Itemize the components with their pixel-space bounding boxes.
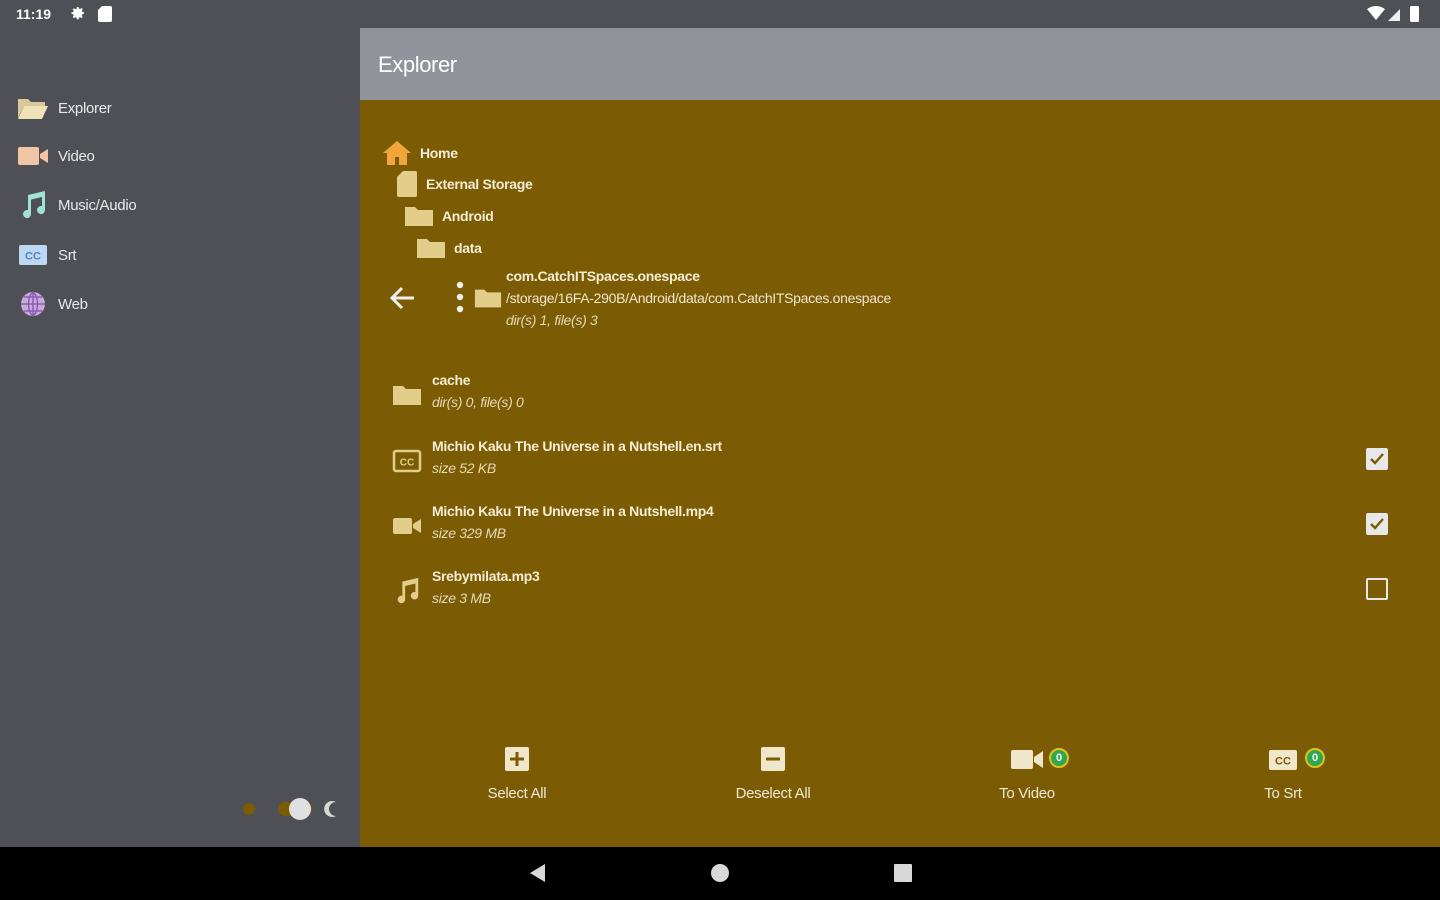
folder-icon (390, 380, 424, 410)
sd-card-icon (397, 171, 417, 197)
current-directory-path: /storage/16FA-290B/Android/data/com.Catc… (506, 290, 891, 306)
breadcrumb-label: Home (420, 145, 458, 161)
list-item-cache[interactable]: cache dir(s) 0, file(s) 0 (384, 370, 1404, 420)
svg-text:CC: CC (1275, 756, 1291, 768)
deselect-all-button[interactable]: Deselect All (693, 743, 853, 813)
navigation-drawer: Explorer Video Music/Audio CC Srt Web (0, 28, 360, 847)
video-camera-icon (390, 511, 424, 541)
select-all-label: Select All (487, 785, 547, 802)
app-bar: Explorer (360, 28, 1440, 100)
breadcrumb-home[interactable]: Home (382, 139, 458, 167)
breadcrumb-external-storage[interactable]: External Storage (396, 170, 533, 198)
video-camera-icon (1011, 750, 1043, 769)
status-bar: 11:19 (0, 0, 1440, 28)
file-name: cache (432, 372, 471, 388)
checkmark-icon (1370, 518, 1384, 530)
select-all-button[interactable]: Select All (437, 743, 597, 813)
to-srt-count-badge: 0 (1305, 748, 1325, 768)
globe-icon (16, 290, 50, 318)
breadcrumb-label: External Storage (426, 176, 533, 192)
folder-icon (405, 207, 433, 226)
sidebar-item-label: Web (58, 295, 88, 313)
breadcrumb-data[interactable]: data (416, 234, 482, 262)
file-checkbox[interactable] (1366, 578, 1388, 600)
breadcrumb-android[interactable]: Android (404, 202, 494, 230)
to-srt-label: To Srt (1264, 785, 1302, 802)
page-title: Explorer (378, 52, 457, 77)
sidebar-item-label: Video (58, 147, 95, 165)
closed-caption-icon: CC (1269, 750, 1297, 770)
sun-icon (243, 803, 255, 815)
file-meta: size 52 KB (432, 460, 496, 476)
deselect-all-label: Deselect All (735, 785, 811, 802)
breadcrumb-label: data (454, 240, 482, 256)
closed-caption-icon: CC (390, 446, 424, 476)
list-item-mp4-file[interactable]: Michio Kaku The Universe in a Nutshell.m… (384, 501, 1404, 551)
file-meta: size 329 MB (432, 525, 506, 541)
file-name: Michio Kaku The Universe in a Nutshell.m… (432, 503, 714, 519)
current-directory-count: dir(s) 1, file(s) 3 (506, 312, 598, 328)
file-meta: dir(s) 0, file(s) 0 (432, 394, 524, 410)
music-note-icon (16, 191, 50, 219)
sidebar-item-label: Srt (58, 246, 77, 264)
sidebar-item-explorer[interactable]: Explorer (16, 88, 336, 128)
file-name: Srebymilata.mp3 (432, 568, 540, 584)
home-icon (383, 141, 411, 165)
list-item-srt-file[interactable]: CC Michio Kaku The Universe in a Nutshel… (384, 436, 1404, 486)
sidebar-item-music-audio[interactable]: Music/Audio (16, 185, 336, 225)
svg-text:CC: CC (400, 458, 414, 469)
theme-toggle[interactable] (238, 794, 344, 824)
sidebar-item-video[interactable]: Video (16, 136, 336, 176)
nav-home-icon[interactable] (708, 861, 732, 885)
system-navigation-bar (0, 847, 1440, 900)
file-name: Michio Kaku The Universe in a Nutshell.e… (432, 438, 722, 454)
current-directory: com.CatchITSpaces.onespace /storage/16FA… (384, 268, 1384, 334)
folder-open-icon (16, 94, 50, 122)
to-video-count-badge: 0 (1049, 748, 1069, 768)
sd-card-status-icon (98, 6, 112, 22)
to-srt-button[interactable]: CC 0 To Srt (1203, 743, 1363, 813)
nav-back-icon[interactable] (526, 861, 550, 885)
list-item-mp3-file[interactable]: Srebymilata.mp3 size 3 MB (384, 566, 1404, 616)
file-checkbox[interactable] (1366, 448, 1388, 470)
status-time: 11:19 (16, 6, 52, 22)
checkmark-icon (1370, 453, 1384, 465)
moon-icon (324, 801, 336, 817)
bottom-action-bar: Select All Deselect All 0 To Video CC 0 … (360, 743, 1440, 833)
video-camera-icon (16, 142, 50, 170)
more-vertical-icon[interactable] (454, 280, 466, 314)
current-directory-name: com.CatchITSpaces.onespace (506, 268, 700, 284)
breadcrumb-label: Android (442, 208, 494, 224)
sidebar-item-srt[interactable]: CC Srt (16, 235, 336, 275)
to-video-button[interactable]: 0 To Video (947, 743, 1107, 813)
settings-gear-icon (71, 7, 84, 20)
nav-recents-icon[interactable] (891, 861, 915, 885)
sidebar-item-label: Explorer (58, 99, 112, 117)
closed-caption-icon: CC (16, 241, 50, 269)
file-meta: size 3 MB (432, 590, 491, 606)
explorer-panel: Explorer Home External Storage Android d… (360, 28, 1440, 847)
sidebar-item-label: Music/Audio (58, 196, 137, 214)
back-arrow-icon[interactable] (388, 284, 416, 312)
folder-icon (474, 289, 502, 308)
wifi-signal-battery-icon (1367, 6, 1419, 22)
sidebar-item-web[interactable]: Web (16, 284, 336, 324)
music-note-icon (390, 576, 424, 606)
to-video-label: To Video (999, 785, 1055, 802)
svg-text:CC: CC (25, 251, 41, 263)
add-box-icon (505, 747, 529, 771)
folder-icon (417, 239, 445, 258)
file-checkbox[interactable] (1366, 513, 1388, 535)
minus-box-icon (761, 747, 785, 771)
